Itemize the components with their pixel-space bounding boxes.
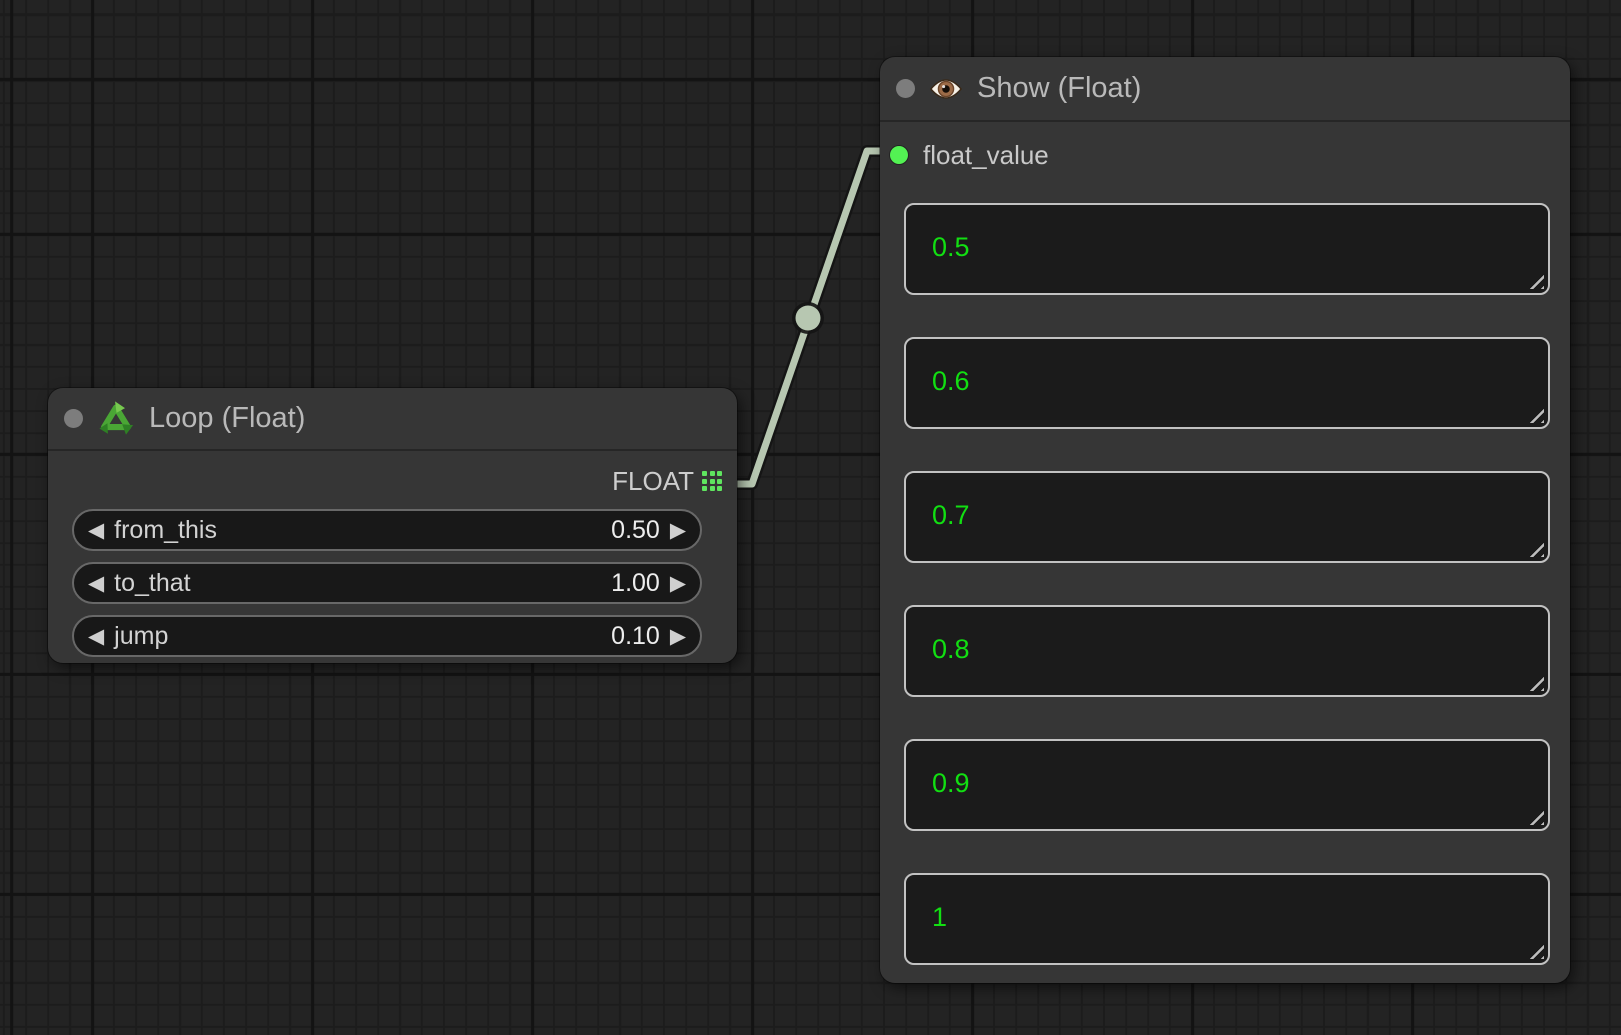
increment-arrow-icon[interactable]: ▶	[670, 520, 686, 541]
widget-label: from_this	[114, 516, 217, 545]
link-midpoint-dot[interactable]	[796, 306, 821, 331]
value-textarea[interactable]: 0.8	[906, 607, 1548, 695]
value-box: 1	[904, 873, 1550, 965]
value-box: 0.6	[904, 337, 1550, 429]
show-node-titlebar[interactable]: Show (Float)	[880, 57, 1570, 122]
node-title: Show (Float)	[977, 72, 1141, 105]
eye-icon	[929, 75, 963, 103]
node-title: Loop (Float)	[149, 402, 305, 435]
value-box: 0.7	[904, 471, 1550, 563]
decrement-arrow-icon[interactable]: ◀	[88, 520, 104, 541]
widget-value: 0.10	[611, 622, 660, 651]
widget-label: jump	[114, 622, 168, 651]
value-textarea[interactable]: 0.5	[906, 205, 1548, 293]
link-wire-line	[725, 151, 897, 484]
widget-value: 0.50	[611, 516, 660, 545]
output-slot-label: FLOAT	[612, 466, 694, 497]
node-graph-canvas[interactable]: { "canvas": { "background": "#232323", "…	[0, 0, 1621, 1035]
value-textarea[interactable]: 0.7	[906, 473, 1548, 561]
value-textarea[interactable]: 1	[906, 875, 1548, 963]
collapse-dot[interactable]	[64, 409, 83, 428]
collapse-dot[interactable]	[896, 79, 915, 98]
link-wire-outline	[725, 151, 897, 484]
value-box: 0.9	[904, 739, 1550, 831]
value-box: 0.8	[904, 605, 1550, 697]
value-textarea[interactable]: 0.9	[906, 741, 1548, 829]
decrement-arrow-icon[interactable]: ◀	[88, 573, 104, 594]
widget-to-that[interactable]: ◀ to_that 1.00 ▶	[72, 562, 702, 604]
link-midpoint-dot-outline	[792, 302, 824, 334]
widget-value: 1.00	[611, 569, 660, 598]
output-slot-float[interactable]: FLOAT	[48, 461, 737, 501]
input-slot-dot[interactable]	[890, 146, 908, 164]
grid-list-icon[interactable]	[702, 471, 722, 491]
value-box: 0.5	[904, 203, 1550, 295]
decrement-arrow-icon[interactable]: ◀	[88, 626, 104, 647]
widget-jump[interactable]: ◀ jump 0.10 ▶	[72, 615, 702, 657]
node-loop-float[interactable]: Loop (Float) FLOAT ◀ from_this 0.50 ▶ ◀ …	[48, 388, 737, 663]
increment-arrow-icon[interactable]: ▶	[670, 626, 686, 647]
value-textarea[interactable]: 0.6	[906, 339, 1548, 427]
widget-label: to_that	[114, 569, 190, 598]
widget-from-this[interactable]: ◀ from_this 0.50 ▶	[72, 509, 702, 551]
input-slot-float-value[interactable]: float_value	[880, 135, 1570, 175]
increment-arrow-icon[interactable]: ▶	[670, 573, 686, 594]
node-show-float[interactable]: Show (Float) float_value 0.5 0.6 0.7 0.8…	[880, 57, 1570, 983]
loop-node-titlebar[interactable]: Loop (Float)	[48, 388, 737, 451]
recycle-icon	[97, 400, 135, 438]
input-slot-label: float_value	[923, 140, 1049, 171]
